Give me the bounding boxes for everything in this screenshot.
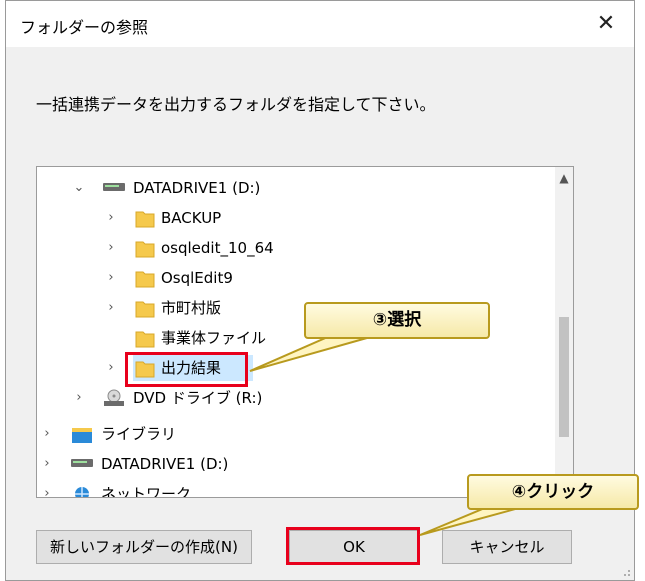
tree-item-label: ライブラリ xyxy=(101,425,177,443)
tree-item-label: DATADRIVE1 (D:) xyxy=(101,455,229,473)
tree-item-osqledit9[interactable]: › OsqlEdit9 xyxy=(37,263,547,293)
click-callout: ④クリック xyxy=(467,474,639,510)
tree-item-shutsuryoku-kekka[interactable]: › 出力結果 xyxy=(37,353,547,383)
tree-item-label: BACKUP xyxy=(161,209,222,227)
tree-item-osqledit-10-64[interactable]: › osqledit_10_64 xyxy=(37,233,547,263)
scrollbar-thumb[interactable] xyxy=(559,317,569,437)
selection-red-frame xyxy=(125,352,248,387)
tree-item-label: osqledit_10_64 xyxy=(161,239,274,257)
new-folder-button[interactable]: 新しいフォルダーの作成(N) xyxy=(36,530,252,564)
chevron-right-icon[interactable]: › xyxy=(39,449,55,479)
instruction-text: 一括連携データを出力するフォルダを指定して下さい。 xyxy=(36,95,436,114)
chevron-right-icon[interactable]: › xyxy=(103,203,119,233)
dialog-title: フォルダーの参照 xyxy=(20,18,149,37)
chevron-right-icon[interactable]: › xyxy=(39,479,55,497)
folder-icon xyxy=(135,331,155,348)
chevron-right-icon[interactable]: › xyxy=(103,293,119,323)
folder-icon xyxy=(135,301,155,318)
select-callout: ③選択 xyxy=(304,302,490,339)
tree-item-label: DVD ドライブ (R:) xyxy=(133,389,263,407)
library-icon xyxy=(72,428,92,443)
scroll-up-icon[interactable]: ▲ xyxy=(555,171,573,185)
tree-item-label: DATADRIVE1 (D:) xyxy=(133,179,261,197)
chevron-right-icon[interactable]: › xyxy=(103,263,119,293)
chevron-right-icon[interactable]: › xyxy=(103,233,119,263)
tree-item-datadrive1[interactable]: ⌄ DATADRIVE1 (D:) xyxy=(37,173,547,203)
resize-grip-icon[interactable] xyxy=(621,567,631,577)
tree-item-dvd-drive[interactable]: › DVD ドライブ (R:) xyxy=(37,383,547,413)
chevron-down-icon[interactable]: ⌄ xyxy=(71,173,87,203)
dvd-drive-icon xyxy=(104,389,124,406)
ok-red-frame xyxy=(286,527,420,565)
tree-item-backup[interactable]: › BACKUP xyxy=(37,203,547,233)
drive-icon xyxy=(71,459,93,467)
title-bar: フォルダーの参照 ✕ xyxy=(6,1,634,47)
close-icon[interactable]: ✕ xyxy=(588,8,624,40)
tree-item-label: 市町村版 xyxy=(161,299,222,317)
tree-item-label: 事業体ファイル xyxy=(161,329,267,347)
folder-icon xyxy=(135,271,155,288)
vertical-scrollbar[interactable]: ▲ ▼ xyxy=(555,167,573,497)
chevron-right-icon[interactable]: › xyxy=(71,383,87,413)
folder-icon xyxy=(135,211,155,228)
chevron-right-icon[interactable]: › xyxy=(39,419,55,449)
tree-item-label: ネットワーク xyxy=(101,485,192,498)
drive-icon xyxy=(103,183,125,191)
tree-item-library[interactable]: › ライブラリ xyxy=(37,419,547,449)
tree-item-label: OsqlEdit9 xyxy=(161,269,233,287)
cancel-button[interactable]: キャンセル xyxy=(442,530,572,564)
folder-icon xyxy=(135,241,155,258)
chevron-right-icon[interactable]: › xyxy=(103,353,119,383)
network-icon xyxy=(75,487,89,497)
